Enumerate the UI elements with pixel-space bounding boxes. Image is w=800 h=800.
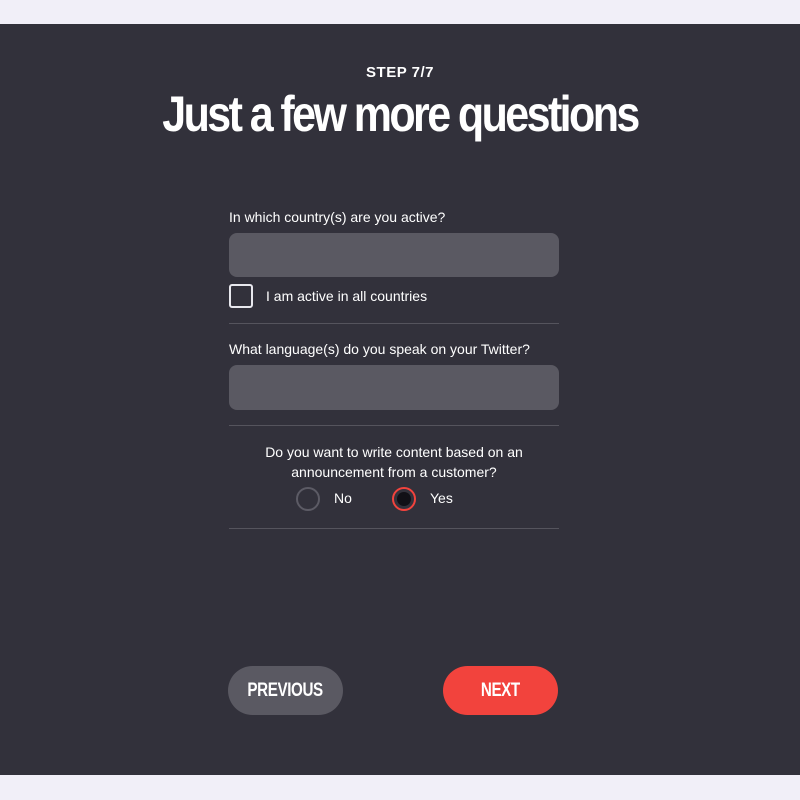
next-button[interactable]: NEXT: [443, 666, 558, 715]
radio-yes-label: Yes: [430, 490, 453, 506]
divider: [229, 323, 559, 324]
country-input[interactable]: [229, 233, 559, 277]
next-button-label: NEXT: [481, 679, 520, 701]
divider: [229, 528, 559, 529]
page-title: Just a few more questions: [162, 86, 640, 142]
divider: [229, 425, 559, 426]
radio-no-label: No: [334, 490, 352, 506]
announcement-question: Do you want to write content based on an…: [265, 444, 523, 480]
previous-button-label: PREVIOUS: [247, 679, 324, 701]
previous-button[interactable]: PREVIOUS: [228, 666, 343, 715]
all-countries-checkbox[interactable]: [229, 284, 253, 308]
step-indicator: STEP 7/7: [366, 64, 434, 81]
radio-dot: [397, 492, 411, 506]
country-label: In which country(s) are you active?: [229, 209, 446, 225]
all-countries-label: I am active in all countries: [266, 288, 428, 304]
radio-no[interactable]: [296, 487, 320, 511]
language-input[interactable]: [229, 365, 559, 410]
language-label: What language(s) do you speak on your Tw…: [229, 341, 530, 357]
radio-yes[interactable]: [392, 487, 416, 511]
